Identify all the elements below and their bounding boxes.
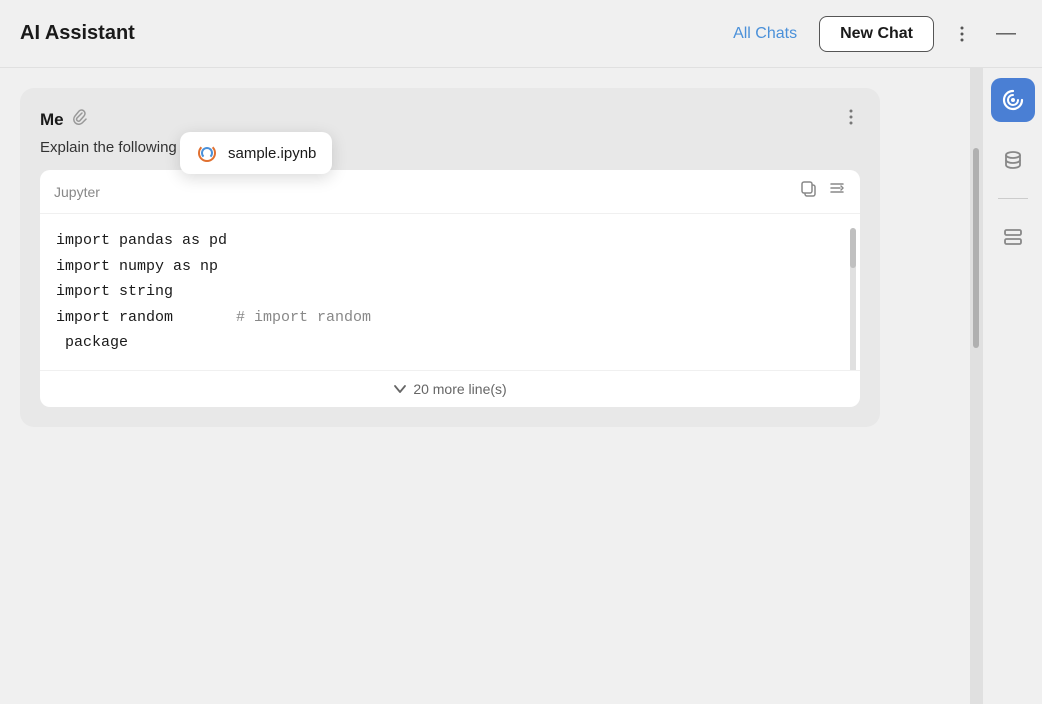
more-options-button[interactable] <box>946 18 978 50</box>
code-line: package <box>56 330 844 356</box>
sidebar-layout-button[interactable] <box>991 215 1035 259</box>
file-tooltip: sample.ipynb <box>180 132 332 174</box>
scroll-thumb <box>973 148 979 348</box>
rows-icon <box>1000 224 1026 250</box>
code-line: import numpy as np <box>56 254 844 280</box>
chat-user: Me <box>40 109 88 130</box>
minimize-icon: — <box>996 22 1016 45</box>
message-text-suffix: in <box>78 139 90 156</box>
code-scrollbar-thumb <box>850 228 856 268</box>
format-code-button[interactable] <box>828 180 846 203</box>
message-text: Expla <box>40 139 78 156</box>
database-icon <box>1000 147 1026 173</box>
header-actions: All Chats New Chat — <box>723 16 1022 52</box>
all-chats-button[interactable]: All Chats <box>723 19 807 49</box>
chevron-down-icon <box>393 382 407 396</box>
code-line: import string <box>56 279 844 305</box>
show-more-lines-button[interactable]: 20 more line(s) <box>40 370 860 407</box>
dots-vertical-icon <box>953 25 971 43</box>
chat-more-button[interactable] <box>842 108 860 131</box>
user-name-text: Me <box>40 110 64 130</box>
chat-area: Me <box>0 68 970 704</box>
dots-vertical-icon <box>842 108 860 126</box>
code-line: import random # import random <box>56 305 844 331</box>
lines-icon <box>828 180 846 198</box>
sidebar-database-button[interactable] <box>991 138 1035 182</box>
copy-code-button[interactable] <box>800 180 818 203</box>
minimize-button[interactable]: — <box>990 18 1022 50</box>
code-block-actions <box>800 180 846 203</box>
file-name: sample.ipynb <box>228 145 316 162</box>
ai-swirl-icon <box>1000 87 1026 113</box>
new-chat-button[interactable]: New Chat <box>819 16 934 52</box>
jupyter-icon <box>196 142 218 164</box>
code-block: Jupyter <box>40 170 860 407</box>
more-lines-text: 20 more line(s) <box>413 381 506 397</box>
app-title: AI Assistant <box>20 22 135 45</box>
code-line: import pandas as pd <box>56 228 844 254</box>
attach-icon <box>72 109 88 130</box>
sidebar-ai-assistant-button[interactable] <box>991 78 1035 122</box>
code-content: import pandas as pd import numpy as np i… <box>40 214 860 370</box>
header: AI Assistant All Chats New Chat — <box>0 0 1042 68</box>
right-sidebar <box>982 68 1042 704</box>
chat-card: Me <box>20 88 880 427</box>
code-block-label: Jupyter <box>54 184 100 200</box>
chat-message: Explain the following er code: <box>40 139 860 156</box>
scroll-track[interactable] <box>970 68 982 704</box>
sidebar-divider <box>998 198 1028 199</box>
copy-icon <box>800 180 818 198</box>
chat-card-header: Me <box>40 108 860 131</box>
code-block-header: Jupyter <box>40 170 860 214</box>
code-scrollbar[interactable] <box>850 228 856 370</box>
